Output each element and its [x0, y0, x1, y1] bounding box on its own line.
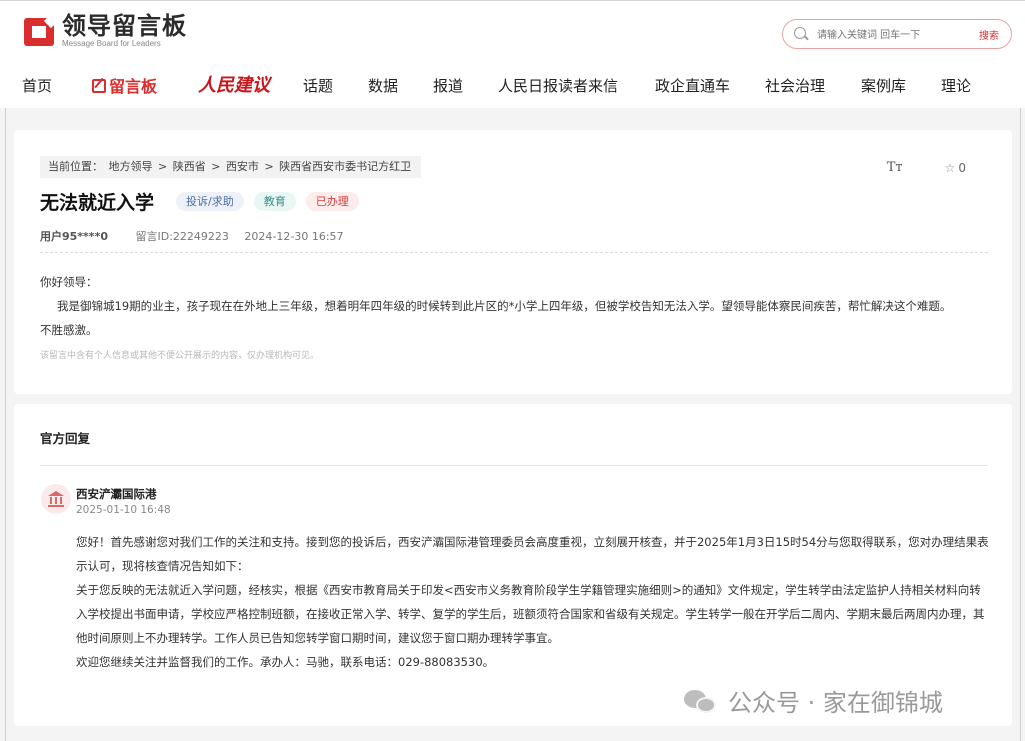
message-datetime: 2024-12-30 16:57	[244, 230, 344, 243]
nav-home[interactable]: 首页	[22, 75, 52, 96]
breadcrumb-sep: >	[264, 160, 274, 173]
status-badge: 已办理	[305, 192, 359, 211]
breadcrumb-prefix: 当前位置：	[48, 160, 103, 173]
font-size-button[interactable]: Tт	[887, 160, 903, 175]
nav-enterprise-express[interactable]: 政企直通车	[655, 75, 730, 96]
nav-case-library[interactable]: 案例库	[861, 75, 906, 96]
nav-social-governance[interactable]: 社会治理	[765, 75, 825, 96]
nav-people-suggestions[interactable]: 人民建议	[198, 71, 270, 97]
reply-org-name: 西安浐灞国际港	[76, 487, 157, 501]
site-header: 领导留言板 Message Board for Leaders 搜索 首页 留言…	[0, 0, 1025, 108]
main-nav: 首页 留言板 人民建议 话题 数据 报道 人民日报读者来信 政企直通车 社会治理…	[0, 71, 1025, 99]
breadcrumb-item[interactable]: 西安市	[226, 160, 259, 173]
message-tags: 投诉/求助 教育 已办理	[176, 192, 369, 211]
message-text: 我是御锦城19期的业主，孩子现在在外地上三年级，想着明年四年级的时候转到此片区的…	[57, 299, 952, 313]
star-icon[interactable]: ☆	[945, 161, 956, 175]
reply-body: 您好！首先感谢您对我们工作的关注和支持。接到您的投诉后，西安浐灞国际港管理委员会…	[76, 530, 990, 674]
message-id: 留言ID:22249223	[135, 230, 229, 243]
message-body: 你好领导： 我是御锦城19期的业主，孩子现在在外地上三年级，想着明年四年级的时候…	[40, 270, 990, 342]
search-icon	[794, 27, 806, 39]
wechat-watermark: 公众号 · 家在御锦城	[684, 683, 943, 718]
divider	[40, 465, 988, 466]
reply-paragraph: 您好！首先感谢您对我们工作的关注和支持。接到您的投诉后，西安浐灞国际港管理委员会…	[76, 535, 989, 573]
government-building-icon	[41, 484, 71, 514]
nav-reports[interactable]: 报道	[433, 75, 463, 96]
reply-paragraph: 关于您反映的无法就近入学问题，经核实，根据《西安市教育局关于印发<西安市义务教育…	[76, 583, 985, 645]
message-title: 无法就近入学	[40, 192, 155, 214]
nav-theory[interactable]: 理论	[941, 75, 971, 96]
message-closing: 不胜感激。	[40, 323, 98, 337]
message-greeting: 你好领导：	[40, 275, 98, 289]
privacy-note: 该留言中含有个人信息或其他不便公开展示的内容，仅办理机构可见。	[40, 351, 320, 361]
tag-category: 教育	[253, 192, 296, 211]
search-button[interactable]: 搜索	[979, 27, 999, 42]
tag-type: 投诉/求助	[176, 192, 244, 211]
logo-mark-icon	[22, 13, 59, 48]
logo-title: 领导留言板	[62, 12, 187, 40]
nav-readers-letters[interactable]: 人民日报读者来信	[498, 75, 618, 96]
breadcrumb-sep: >	[158, 160, 168, 173]
message-card: 当前位置： 地方领导 > 陕西省 > 西安市 > 陕西省西安市委书记方红卫 Tт…	[14, 130, 1012, 394]
divider	[40, 252, 988, 253]
reply-datetime: 2025-01-10 16:48	[76, 504, 171, 516]
breadcrumb-item[interactable]: 地方领导	[109, 160, 153, 173]
breadcrumb-item[interactable]: 陕西省西安市委书记方红卫	[279, 160, 411, 173]
reply-card: 官方回复 西安浐灞国际港 2025-01-10 16:48 您好！首先感谢您对我…	[14, 404, 1012, 726]
search-box: 搜索	[782, 19, 1012, 49]
nav-topics[interactable]: 话题	[303, 75, 333, 96]
message-tools: Tт ☆ 0	[887, 160, 966, 175]
logo-subtitle: Message Board for Leaders	[62, 39, 161, 48]
wechat-icon	[684, 688, 720, 714]
reply-paragraph: 欢迎您继续关注并监督我们的工作。承办人：马驰，联系电话：029-88083530…	[76, 655, 495, 669]
nav-message-board[interactable]: 留言板	[92, 73, 157, 97]
edit-icon	[92, 79, 106, 93]
nav-data[interactable]: 数据	[368, 75, 398, 96]
star-count: 0	[958, 160, 966, 175]
message-user: 用户95****0	[40, 230, 108, 243]
search-input[interactable]	[817, 26, 957, 44]
breadcrumb: 当前位置： 地方领导 > 陕西省 > 西安市 > 陕西省西安市委书记方红卫	[40, 156, 422, 178]
watermark-text: 公众号 · 家在御锦城	[728, 689, 943, 717]
breadcrumb-item[interactable]: 陕西省	[173, 160, 206, 173]
message-meta: 用户95****0 留言ID:22249223 2024-12-30 16:57	[40, 228, 344, 244]
reply-section-title: 官方回复	[40, 431, 91, 446]
site-logo[interactable]: 领导留言板 Message Board for Leaders	[22, 13, 187, 49]
breadcrumb-sep: >	[211, 160, 221, 173]
